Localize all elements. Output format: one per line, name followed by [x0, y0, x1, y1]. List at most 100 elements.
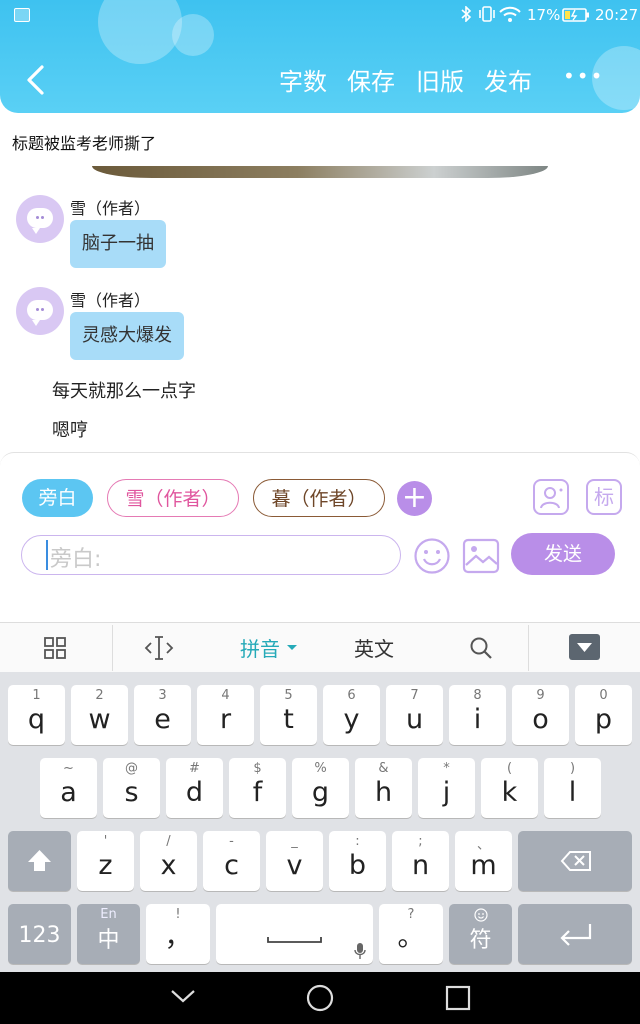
editor-panel: 旁白 雪（作者） 暮（作者） + 标 旁白: 发送 [0, 452, 640, 623]
input-placeholder: 旁白: [50, 547, 102, 572]
key-a[interactable]: ~ a [40, 758, 97, 818]
chevron-down-icon [171, 990, 195, 1003]
key-u[interactable]: 7u [386, 685, 443, 745]
backspace-icon [560, 851, 591, 871]
person-icon [540, 487, 563, 509]
key-c[interactable]: -c [203, 831, 260, 891]
space-bar-icon [267, 937, 322, 943]
role-chip-xue[interactable]: 雪（作者） [107, 479, 239, 517]
message-bubble[interactable]: 灵感大爆发 [70, 312, 184, 360]
old-version-button[interactable]: 旧版 [416, 62, 464, 97]
battery-percent: 17% [527, 6, 561, 24]
save-button[interactable]: 保存 [347, 62, 395, 97]
square-icon [445, 985, 471, 1011]
text-cursor [46, 540, 48, 570]
shift-key[interactable] [8, 831, 71, 891]
key-y[interactable]: 6y [323, 685, 380, 745]
key-i[interactable]: 8i [449, 685, 506, 745]
story-title: 标题被监考老师撕了 [12, 134, 157, 153]
emoji-button[interactable] [413, 537, 451, 579]
grid-menu-icon[interactable] [44, 637, 66, 663]
emoji-icon [414, 538, 450, 574]
key-r[interactable]: 4r [197, 685, 254, 745]
clock: 20:27 [595, 6, 639, 24]
language-switch-key[interactable]: En 中 [77, 904, 140, 964]
keyboard-toolbar: 拼音 英文 [0, 622, 640, 674]
vibrate-icon [478, 6, 496, 26]
avatar[interactable] [16, 195, 64, 243]
comma-key[interactable]: !， [146, 904, 210, 964]
key-b[interactable]: :b [329, 831, 386, 891]
hide-keyboard-button[interactable] [569, 634, 600, 660]
key-g[interactable]: % g [292, 758, 349, 818]
image-button[interactable] [462, 537, 500, 579]
back-arrow-icon [27, 65, 44, 95]
key-l[interactable]: ) l [544, 758, 601, 818]
key-s[interactable]: @ s [103, 758, 160, 818]
toolbar-divider [528, 625, 529, 671]
key-v[interactable]: _ v [266, 831, 323, 891]
character-settings-button[interactable] [533, 479, 569, 515]
battery-icon [562, 7, 590, 27]
key-x[interactable]: / x [140, 831, 197, 891]
key-z[interactable]: ' z [77, 831, 134, 891]
keyboard: 1q 2w 3e 4r 5t 6y 7u 8i 9o 0p ~ a @ s # d $… [0, 672, 640, 972]
search-icon[interactable] [469, 636, 493, 664]
narration-line[interactable]: 每天就那么一点字 [52, 377, 196, 403]
smiley-icon [474, 908, 488, 922]
shift-arrow-icon [28, 850, 51, 871]
role-chip-mu[interactable]: 暮（作者） [253, 479, 385, 517]
message-bubble[interactable]: 脑子一抽 [70, 220, 166, 268]
key-k[interactable]: (k [481, 758, 538, 818]
message-input[interactable]: 旁白: [21, 535, 401, 575]
recents-nav-button[interactable] [445, 985, 471, 1015]
publish-button[interactable]: 发布 [484, 62, 532, 97]
key-o[interactable]: 9o [512, 685, 569, 745]
role-chip-narrator[interactable]: 旁白 [22, 479, 93, 517]
back-button[interactable] [24, 64, 46, 100]
key-p[interactable]: 0p [575, 685, 632, 745]
enter-arrow-icon [560, 924, 592, 946]
caret-down-icon [287, 645, 297, 650]
send-button[interactable]: 发送 [511, 533, 615, 575]
ime-mode-selector[interactable]: 拼音 [240, 633, 280, 662]
narration-line[interactable]: 嗯哼 [52, 416, 88, 442]
key-m[interactable]: 、 m [455, 831, 512, 891]
key-f[interactable]: $ f [229, 758, 286, 818]
key-d[interactable]: # d [166, 758, 223, 818]
cursor-move-icon[interactable] [144, 635, 174, 665]
key-j[interactable]: * j [418, 758, 475, 818]
back-nav-button[interactable] [170, 986, 196, 1010]
decor-bubble [98, 0, 182, 64]
space-key[interactable] [216, 904, 373, 964]
wifi-icon [499, 6, 521, 26]
word-count-button[interactable]: 字数 [279, 62, 327, 97]
toolbar-divider [112, 625, 113, 671]
bluetooth-icon [460, 5, 472, 26]
chevron-down-icon [577, 643, 592, 652]
backspace-key[interactable] [518, 831, 632, 891]
tag-button[interactable]: 标 [586, 479, 622, 515]
period-key[interactable]: ?。 [379, 904, 443, 964]
numbers-key[interactable]: 123 [8, 904, 71, 964]
enter-key[interactable] [518, 904, 632, 964]
english-mode-button[interactable]: 英文 [354, 633, 394, 662]
key-w[interactable]: 2w [71, 685, 128, 745]
decor-bubble [172, 14, 214, 56]
microphone-icon [354, 943, 366, 959]
notification-icon [14, 8, 30, 22]
key-h[interactable]: & h [355, 758, 412, 818]
more-menu-button[interactable]: ••• [563, 64, 604, 88]
avatar[interactable] [16, 287, 64, 335]
home-nav-button[interactable] [306, 984, 334, 1016]
image-icon [462, 538, 500, 574]
add-role-button[interactable]: + [397, 481, 432, 516]
key-t[interactable]: 5t [260, 685, 317, 745]
story-image[interactable] [92, 166, 548, 178]
symbols-key[interactable]: 符 [449, 904, 512, 964]
key-q[interactable]: 1q [8, 685, 65, 745]
key-e[interactable]: 3e [134, 685, 191, 745]
home-circle-icon [306, 984, 334, 1012]
message-speaker: 雪（作者） [70, 291, 151, 310]
key-n[interactable]: ; n [392, 831, 449, 891]
